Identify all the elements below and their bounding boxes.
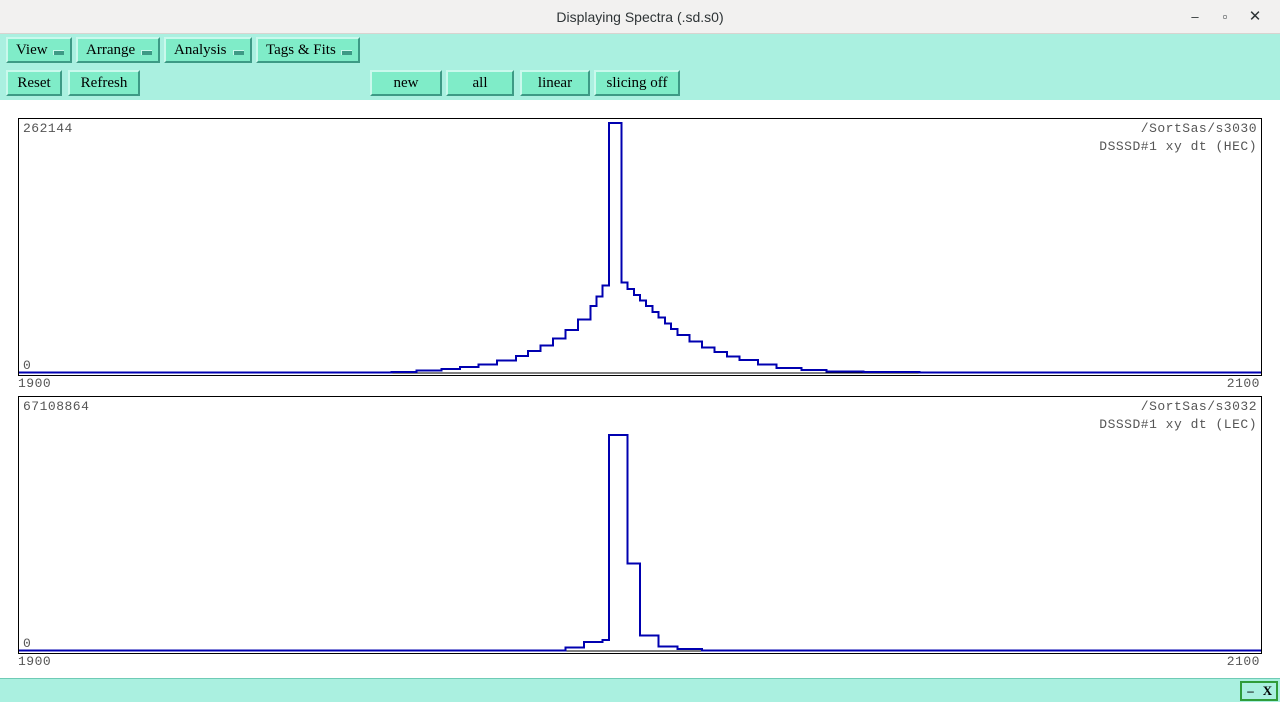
menu-analysis[interactable]: Analysis xyxy=(164,37,252,63)
spectrum-panel-1[interactable]: 262144 0 /SortSas/s3030 DSSSD#1 xy dt (H… xyxy=(0,118,1280,398)
spectrum-trace-1 xyxy=(19,122,1261,374)
chevron-down-icon xyxy=(233,50,244,55)
reset-button[interactable]: Reset xyxy=(6,70,62,96)
spectrum-path-label-1: /SortSas/s3030 xyxy=(1140,121,1257,136)
minimize-icon: – xyxy=(1191,9,1199,24)
menu-bar: View Arrange Analysis Tags & Fits Channe… xyxy=(0,34,1280,95)
status-bar: – X xyxy=(0,678,1280,702)
x-max-label-1: 2100 xyxy=(1226,376,1260,391)
window-title: Displaying Spectra (.sd.s0) xyxy=(556,9,724,25)
spectrum-trace-2 xyxy=(19,433,1261,652)
plot-frame-2[interactable]: 67108864 0 /SortSas/s3032 DSSSD#1 xy dt … xyxy=(18,396,1262,654)
spectrum-desc-label-1: DSSSD#1 xy dt (HEC) xyxy=(1099,139,1257,154)
x-min-label-2: 1900 xyxy=(18,654,52,669)
refresh-button-label: Refresh xyxy=(80,75,128,91)
new-button-label: new xyxy=(393,75,419,91)
spectrum-panel-2[interactable]: 67108864 0 /SortSas/s3032 DSSSD#1 xy dt … xyxy=(0,396,1280,674)
scale-mode-button[interactable]: linear xyxy=(520,70,590,96)
slicing-toggle-label: slicing off xyxy=(606,75,668,91)
menu-view[interactable]: View xyxy=(6,37,72,63)
all-button-label: all xyxy=(472,75,488,91)
window-close-button[interactable]: ✕ xyxy=(1244,6,1266,28)
spectrum-desc-label-2: DSSSD#1 xy dt (LEC) xyxy=(1099,417,1257,432)
y-min-label-2: 0 xyxy=(23,636,32,651)
control-toolbar: Reset Refresh new all linear slicing off xyxy=(0,66,1280,159)
all-button[interactable]: all xyxy=(446,70,514,96)
close-icon: X xyxy=(1262,683,1273,698)
chevron-down-icon xyxy=(341,50,352,55)
scale-mode-label: linear xyxy=(537,75,573,91)
menu-arrange-label: Arrange xyxy=(86,42,136,58)
refresh-button[interactable]: Refresh xyxy=(68,70,140,96)
minimize-icon: – xyxy=(1247,683,1254,698)
plot-frame-1[interactable]: 262144 0 /SortSas/s3030 DSSSD#1 xy dt (H… xyxy=(18,118,1262,376)
y-max-label-2: 67108864 xyxy=(23,399,90,414)
spectra-plot-area: 262144 0 /SortSas/s3030 DSSSD#1 xy dt (H… xyxy=(0,100,1280,678)
slicing-toggle-button[interactable]: slicing off xyxy=(594,70,680,96)
maximize-icon: ▫ xyxy=(1222,9,1228,24)
chevron-down-icon xyxy=(141,50,152,55)
x-max-label-2: 2100 xyxy=(1226,654,1260,669)
window-maximize-button[interactable]: ▫ xyxy=(1214,6,1236,28)
title-bar: Displaying Spectra (.sd.s0) – ▫ ✕ xyxy=(0,0,1280,34)
new-button[interactable]: new xyxy=(370,70,442,96)
status-close-button[interactable]: X xyxy=(1259,683,1276,699)
window-minimize-button[interactable]: – xyxy=(1184,6,1206,28)
status-bar-window-controls: – X xyxy=(1240,681,1278,701)
menu-tags-and-fits[interactable]: Tags & Fits xyxy=(256,37,360,63)
y-max-label-1: 262144 xyxy=(23,121,73,136)
menu-tags-and-fits-label: Tags & Fits xyxy=(266,42,336,58)
menu-view-label: View xyxy=(16,42,48,58)
x-min-label-1: 1900 xyxy=(18,376,52,391)
reset-button-label: Reset xyxy=(17,75,51,91)
chevron-down-icon xyxy=(53,50,64,55)
spectrum-path-label-2: /SortSas/s3032 xyxy=(1140,399,1257,414)
menu-arrange[interactable]: Arrange xyxy=(76,37,160,63)
menu-analysis-label: Analysis xyxy=(174,42,227,58)
status-minimize-button[interactable]: – xyxy=(1242,683,1259,699)
y-min-label-1: 0 xyxy=(23,358,32,373)
close-icon: ✕ xyxy=(1248,8,1262,25)
